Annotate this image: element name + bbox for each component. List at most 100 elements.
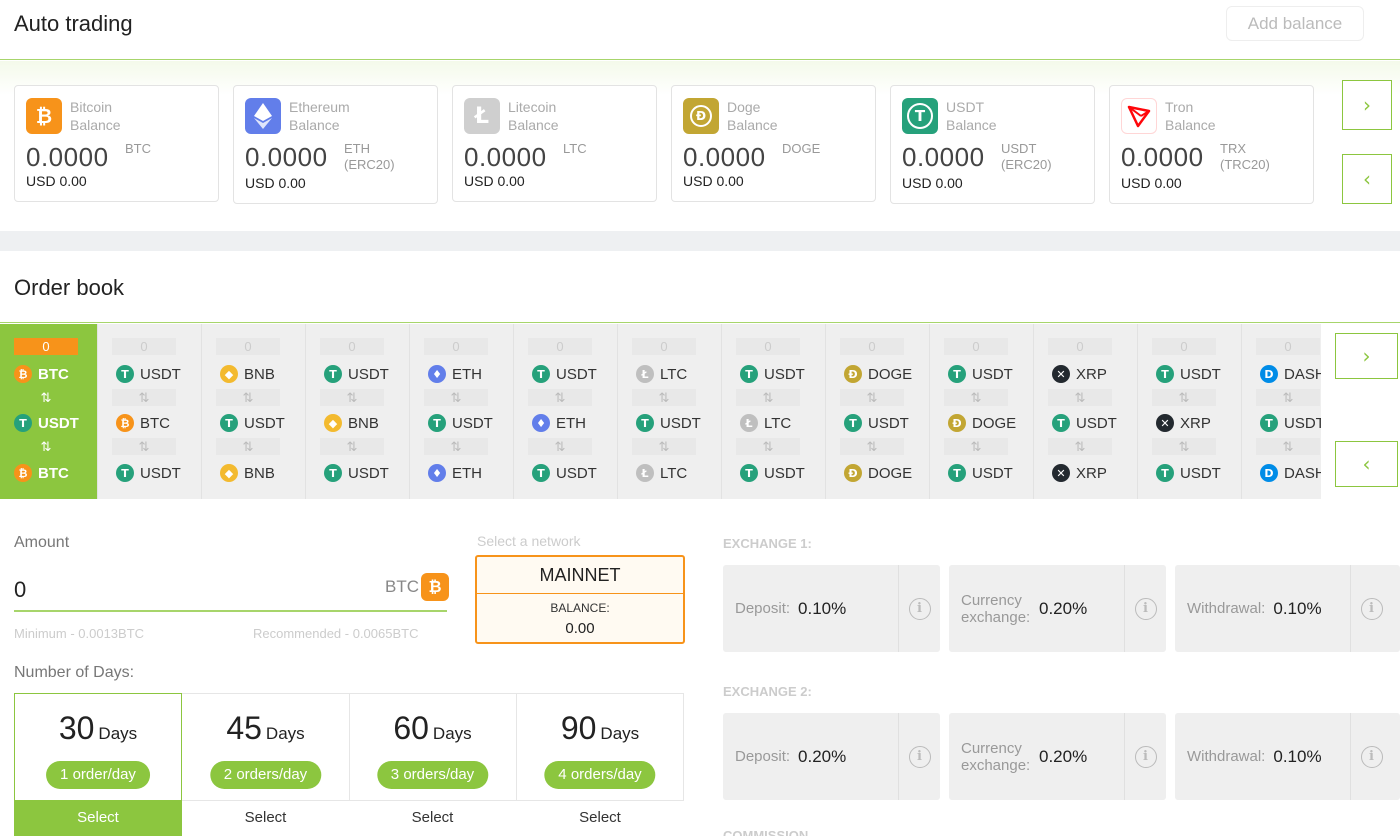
day-option-30[interactable]: 30 Days 1 order/day Select xyxy=(14,693,182,836)
info-button[interactable]: i xyxy=(1124,565,1166,652)
day-unit: Days xyxy=(265,724,305,743)
pair-coin-symbol: DOGE xyxy=(972,414,1017,432)
pair-coin-symbol: XRP xyxy=(1076,464,1107,482)
pair-coin-symbol: ETH xyxy=(556,414,586,432)
day-unit: Days xyxy=(98,724,138,743)
swap-arrows-icon: ⇅ xyxy=(1152,438,1216,455)
order-pair-column[interactable]: 0 Ð DOGE T USDT Ð DOGE ⇅ ⇅ xyxy=(826,324,930,499)
swap-arrows-icon: ⇅ xyxy=(632,389,696,406)
day-option-45[interactable]: 45 Days 2 orders/day Select xyxy=(182,694,350,836)
add-balance-button[interactable]: Add balance xyxy=(1226,6,1364,41)
ethereum-icon: ♦ xyxy=(532,414,550,432)
info-button[interactable]: i xyxy=(898,565,940,652)
info-button[interactable]: i xyxy=(1350,565,1392,652)
balance-card-usdt[interactable]: T USDT Balance 0.0000 USDT (ERC20) USD 0.0… xyxy=(890,85,1095,204)
day-option-90[interactable]: 90 Days 4 orders/day Select xyxy=(516,694,684,836)
order-count: 0 xyxy=(528,338,592,355)
ethereum-icon: ♦ xyxy=(428,464,446,482)
balance-amount: 0.0000 xyxy=(245,142,328,172)
doge-icon: Ð xyxy=(844,365,862,383)
balance-next-button[interactable]: › xyxy=(1342,80,1392,130)
order-pair-column[interactable]: 0 ₿ BTC T USDT ₿ BTC ⇅ ⇅ xyxy=(0,324,98,499)
order-book-next-button[interactable]: › xyxy=(1335,333,1398,379)
pair-coin: Ł LTC xyxy=(636,463,687,483)
select-button[interactable]: Select xyxy=(516,800,684,836)
balance-name: Litecoin xyxy=(508,99,557,115)
usdt-icon: T xyxy=(740,365,758,383)
select-button[interactable]: Select xyxy=(349,800,516,836)
order-pair-column[interactable]: 0 ✕ XRP T USDT ✕ XRP ⇅ ⇅ xyxy=(1034,324,1138,499)
order-count: 0 xyxy=(112,338,176,355)
order-pair-column[interactable]: 0 T USDT ♦ ETH T USDT ⇅ ⇅ xyxy=(514,324,618,499)
balance-amount: 0.0000 xyxy=(464,142,547,172)
balance-card-tron[interactable]: Tron Balance 0.0000 TRX (TRC20) USD 0.00 xyxy=(1109,85,1314,204)
order-count: 0 xyxy=(736,338,800,355)
network-name: MAINNET xyxy=(477,557,683,594)
info-button[interactable]: i xyxy=(898,713,940,800)
amount-input[interactable] xyxy=(14,570,447,612)
pair-coin: T USDT xyxy=(116,463,181,483)
order-pair-column[interactable]: 0 Ł LTC T USDT Ł LTC ⇅ ⇅ xyxy=(618,324,722,499)
balance-card-bitcoin[interactable]: ₿ Bitcoin Balance 0.0000 BTC USD 0.00 xyxy=(14,85,219,202)
days-label: Number of Days: xyxy=(14,664,135,681)
order-count: 0 xyxy=(632,338,696,355)
pair-coin-symbol: BTC xyxy=(140,414,170,432)
day-option-60[interactable]: 60 Days 3 orders/day Select xyxy=(349,694,517,836)
balance-prev-button[interactable]: ‹ xyxy=(1342,154,1392,204)
pair-coin-symbol: USDT xyxy=(868,414,909,432)
pair-coin-symbol: USDT xyxy=(1284,414,1321,432)
page-header: Auto trading Add balance xyxy=(0,0,1400,60)
bnb-icon: ◆ xyxy=(324,414,342,432)
bnb-icon: ◆ xyxy=(220,365,238,383)
order-pair-column[interactable]: 0 ♦ ETH T USDT ♦ ETH ⇅ ⇅ xyxy=(410,324,514,499)
litecoin-icon: Ł xyxy=(636,464,654,482)
fee-name: Deposit: xyxy=(735,600,791,617)
info-button[interactable]: i xyxy=(1124,713,1166,800)
usdt-icon: T xyxy=(948,464,966,482)
swap-arrows-icon: ⇅ xyxy=(944,438,1008,455)
balance-card-litecoin[interactable]: Ł Litecoin Balance 0.0000 LTC USD 0.00 xyxy=(452,85,657,202)
balance-name: Bitcoin xyxy=(70,99,113,115)
order-pair-column[interactable]: 0 T USDT Ð DOGE T USDT ⇅ ⇅ xyxy=(930,324,1034,499)
pair-coin-symbol: USDT xyxy=(452,414,493,432)
order-pair-column[interactable]: 0 T USDT ◆ BNB T USDT ⇅ ⇅ xyxy=(306,324,410,499)
swap-arrows-icon: ⇅ xyxy=(424,389,488,406)
pair-coin-symbol: USDT xyxy=(972,365,1013,383)
pair-coin-symbol: DOGE xyxy=(868,365,913,383)
pair-coin: Ð DOGE xyxy=(844,364,912,384)
fee-name: Withdrawal: xyxy=(1187,600,1266,617)
bitcoin-icon: ₿ xyxy=(14,464,32,482)
pair-coin: T USDT xyxy=(740,463,805,483)
balance-card-doge[interactable]: Ð Doge Balance 0.0000 DOGE USD 0.00 xyxy=(671,85,876,202)
section-divider xyxy=(0,231,1400,251)
swap-arrows-icon: ⇅ xyxy=(1048,389,1112,406)
balance-sub: Balance xyxy=(508,117,559,133)
balance-usd: USD 0.00 xyxy=(1121,175,1182,191)
balance-usd: USD 0.00 xyxy=(464,173,525,189)
order-pair-column[interactable]: 0 T USDT Ł LTC T USDT ⇅ ⇅ xyxy=(722,324,826,499)
order-pair-column[interactable]: 0 ◆ BNB T USDT ◆ BNB ⇅ ⇅ xyxy=(202,324,306,499)
info-icon: i xyxy=(1134,745,1157,768)
order-pair-column[interactable]: 0 D DASH T USDT D DASH ⇅ ⇅ xyxy=(1242,324,1321,499)
usdt-icon: T xyxy=(844,414,862,432)
amount-minimum: Minimum - 0.0013BTC xyxy=(14,626,145,641)
network-balance-label: BALANCE: xyxy=(550,601,610,615)
day-unit: Days xyxy=(432,724,472,743)
balance-sub: Balance xyxy=(946,117,997,133)
swap-arrows-icon: ⇅ xyxy=(320,438,384,455)
select-button[interactable]: Select xyxy=(182,800,349,836)
pair-coin: T USDT xyxy=(948,364,1013,384)
order-pair-column[interactable]: 0 T USDT ₿ BTC T USDT ⇅ ⇅ xyxy=(98,324,202,499)
balance-card-ethereum[interactable]: Ethereum Balance 0.0000 ETH (ERC20) USD 0.… xyxy=(233,85,438,204)
network-select[interactable]: MAINNET BALANCE: 0.00 xyxy=(475,555,685,644)
exchange-1-withdrawal: Withdrawal: 0.10% i xyxy=(1175,565,1400,652)
info-button[interactable]: i xyxy=(1350,713,1392,800)
pair-coin: Ð DOGE xyxy=(844,463,912,483)
order-book-prev-button[interactable]: ‹ xyxy=(1335,441,1398,487)
select-button[interactable]: Select xyxy=(15,800,181,836)
orders-per-day-badge: 1 order/day xyxy=(46,761,150,789)
order-pair-column[interactable]: 0 T USDT ✕ XRP T USDT ⇅ ⇅ xyxy=(1138,324,1242,499)
usdt-icon: T xyxy=(1052,414,1070,432)
pair-coin: T USDT xyxy=(740,364,805,384)
pair-coin-symbol: DOGE xyxy=(868,464,913,482)
